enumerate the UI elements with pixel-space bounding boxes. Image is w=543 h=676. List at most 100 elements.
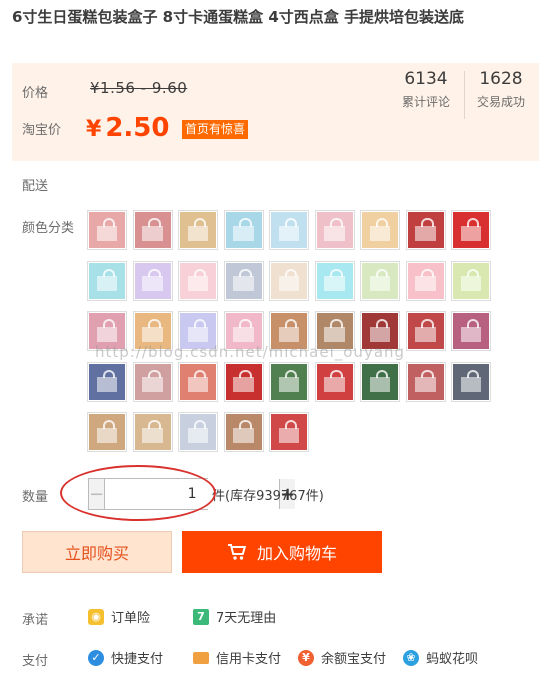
quick-pay-icon: ✓ bbox=[88, 649, 104, 666]
buy-now-button[interactable]: 立即购买 bbox=[22, 531, 172, 573]
current-price-value: 2.50 bbox=[105, 113, 170, 143]
seven-day-icon: 7 bbox=[193, 608, 209, 625]
cart-icon bbox=[227, 544, 247, 560]
cake-box-thumbnail bbox=[225, 262, 262, 299]
color-swatch[interactable] bbox=[360, 210, 400, 250]
color-swatch[interactable] bbox=[223, 412, 264, 452]
color-swatch[interactable] bbox=[178, 361, 218, 402]
cake-box-thumbnail bbox=[225, 414, 262, 450]
cake-box-thumbnail bbox=[271, 262, 307, 299]
color-swatch[interactable] bbox=[314, 210, 355, 250]
annotation-circle bbox=[60, 465, 216, 521]
delivery-label: 配送 bbox=[22, 179, 49, 194]
review-count-label: 累计评论 bbox=[401, 95, 450, 109]
color-swatch[interactable] bbox=[87, 361, 127, 402]
cake-box-thumbnail bbox=[362, 212, 398, 248]
credit-card-icon bbox=[193, 651, 209, 664]
cake-box-thumbnail bbox=[89, 212, 125, 248]
payment-credit-card[interactable]: 信用卡支付 bbox=[193, 648, 281, 667]
add-to-cart-button[interactable]: 加入购物车 bbox=[182, 531, 382, 573]
sales-count: 1628 bbox=[479, 69, 523, 89]
color-swatch[interactable] bbox=[178, 412, 218, 452]
color-swatch[interactable] bbox=[405, 361, 446, 402]
credit-card-text: 信用卡支付 bbox=[216, 652, 282, 667]
color-swatch[interactable] bbox=[451, 210, 491, 250]
sales-count-stat: 1628 交易成功 bbox=[467, 69, 535, 110]
color-swatch[interactable] bbox=[269, 361, 309, 402]
color-swatch[interactable] bbox=[178, 210, 218, 250]
cake-box-thumbnail bbox=[407, 313, 444, 349]
color-swatch[interactable] bbox=[269, 210, 309, 250]
color-swatch[interactable] bbox=[87, 210, 127, 250]
payment-yuebao[interactable]: ¥ 余额宝支付 bbox=[298, 648, 386, 667]
promise-label: 承诺 bbox=[22, 613, 49, 628]
review-count-stat[interactable]: 6134 累计评论 bbox=[392, 69, 460, 110]
cake-box-thumbnail bbox=[271, 212, 307, 248]
color-swatch[interactable] bbox=[223, 260, 264, 301]
color-swatch[interactable] bbox=[451, 361, 491, 402]
cake-box-thumbnail bbox=[316, 212, 353, 248]
review-count: 6134 bbox=[404, 69, 448, 89]
color-swatch[interactable] bbox=[132, 412, 173, 452]
color-swatch[interactable] bbox=[405, 210, 446, 250]
current-price: ¥2.50 bbox=[86, 113, 169, 143]
color-swatch[interactable] bbox=[405, 260, 446, 301]
payment-quick-pay[interactable]: ✓ 快捷支付 bbox=[88, 648, 163, 667]
color-swatch[interactable] bbox=[269, 412, 309, 452]
quick-pay-text: 快捷支付 bbox=[111, 652, 164, 667]
cake-box-thumbnail bbox=[225, 212, 262, 248]
product-title: 6寸生日蛋糕包装盒子 8寸卡通蛋糕盒 4寸西点盒 手提烘培包装送底 bbox=[12, 8, 464, 26]
promise-order-insurance[interactable]: ◉ 订单险 bbox=[88, 607, 150, 626]
color-swatch[interactable] bbox=[314, 260, 355, 301]
quantity-label: 数量 bbox=[22, 490, 49, 505]
shield-icon: ◉ bbox=[88, 608, 104, 625]
cake-box-thumbnail bbox=[180, 262, 216, 299]
cake-box-thumbnail bbox=[134, 212, 171, 248]
payment-label: 支付 bbox=[22, 654, 49, 669]
yuebao-icon: ¥ bbox=[298, 649, 314, 666]
color-swatch[interactable] bbox=[132, 260, 173, 301]
cake-box-thumbnail bbox=[407, 363, 444, 400]
cake-box-thumbnail bbox=[89, 363, 125, 400]
color-swatch[interactable] bbox=[314, 361, 355, 402]
color-swatch[interactable] bbox=[451, 260, 491, 301]
watermark: http://blog.csdn.net/michael_ouyang bbox=[95, 343, 406, 361]
payment-huabei[interactable]: ❀ 蚂蚁花呗 bbox=[403, 648, 478, 667]
cake-box-thumbnail bbox=[453, 363, 489, 400]
add-to-cart-label: 加入购物车 bbox=[256, 544, 337, 563]
cake-box-thumbnail bbox=[225, 363, 262, 400]
cake-box-thumbnail bbox=[180, 212, 216, 248]
order-insurance-text: 订单险 bbox=[111, 611, 151, 626]
cake-box-thumbnail bbox=[453, 212, 489, 248]
currency-symbol: ¥ bbox=[86, 117, 102, 142]
color-swatch[interactable] bbox=[360, 260, 400, 301]
color-swatch[interactable] bbox=[87, 260, 127, 301]
promo-badge[interactable]: 首页有惊喜 bbox=[182, 120, 249, 139]
yuebao-text: 余额宝支付 bbox=[321, 652, 387, 667]
color-swatch[interactable] bbox=[223, 361, 264, 402]
cake-box-thumbnail bbox=[453, 313, 489, 349]
stock-info: 件(库存939767件) bbox=[212, 485, 324, 504]
color-swatch[interactable] bbox=[223, 210, 264, 250]
stock-count: (库存939767件) bbox=[225, 489, 324, 504]
color-swatch[interactable] bbox=[269, 260, 309, 301]
color-swatch[interactable] bbox=[405, 311, 446, 351]
cake-box-thumbnail bbox=[362, 262, 398, 299]
color-swatch[interactable] bbox=[132, 361, 173, 402]
cake-box-thumbnail bbox=[134, 262, 171, 299]
promo-price-label: 淘宝价 bbox=[22, 123, 62, 138]
color-swatch[interactable] bbox=[360, 361, 400, 402]
promise-seven-day[interactable]: 7 7天无理由 bbox=[193, 607, 276, 626]
stat-divider bbox=[464, 71, 465, 119]
cake-box-thumbnail bbox=[407, 262, 444, 299]
cake-box-thumbnail bbox=[271, 363, 307, 400]
cake-box-thumbnail bbox=[134, 363, 171, 400]
cake-box-thumbnail bbox=[89, 262, 125, 299]
color-swatch[interactable] bbox=[87, 412, 127, 452]
cake-box-thumbnail bbox=[316, 262, 353, 299]
price-panel: 价格 ¥1.56 - 9.60 淘宝价 ¥2.50 首页有惊喜 6134 累计评… bbox=[12, 63, 539, 161]
huabei-icon: ❀ bbox=[403, 649, 419, 666]
color-swatch[interactable] bbox=[178, 260, 218, 301]
color-swatch[interactable] bbox=[451, 311, 491, 351]
color-swatch[interactable] bbox=[132, 210, 173, 250]
